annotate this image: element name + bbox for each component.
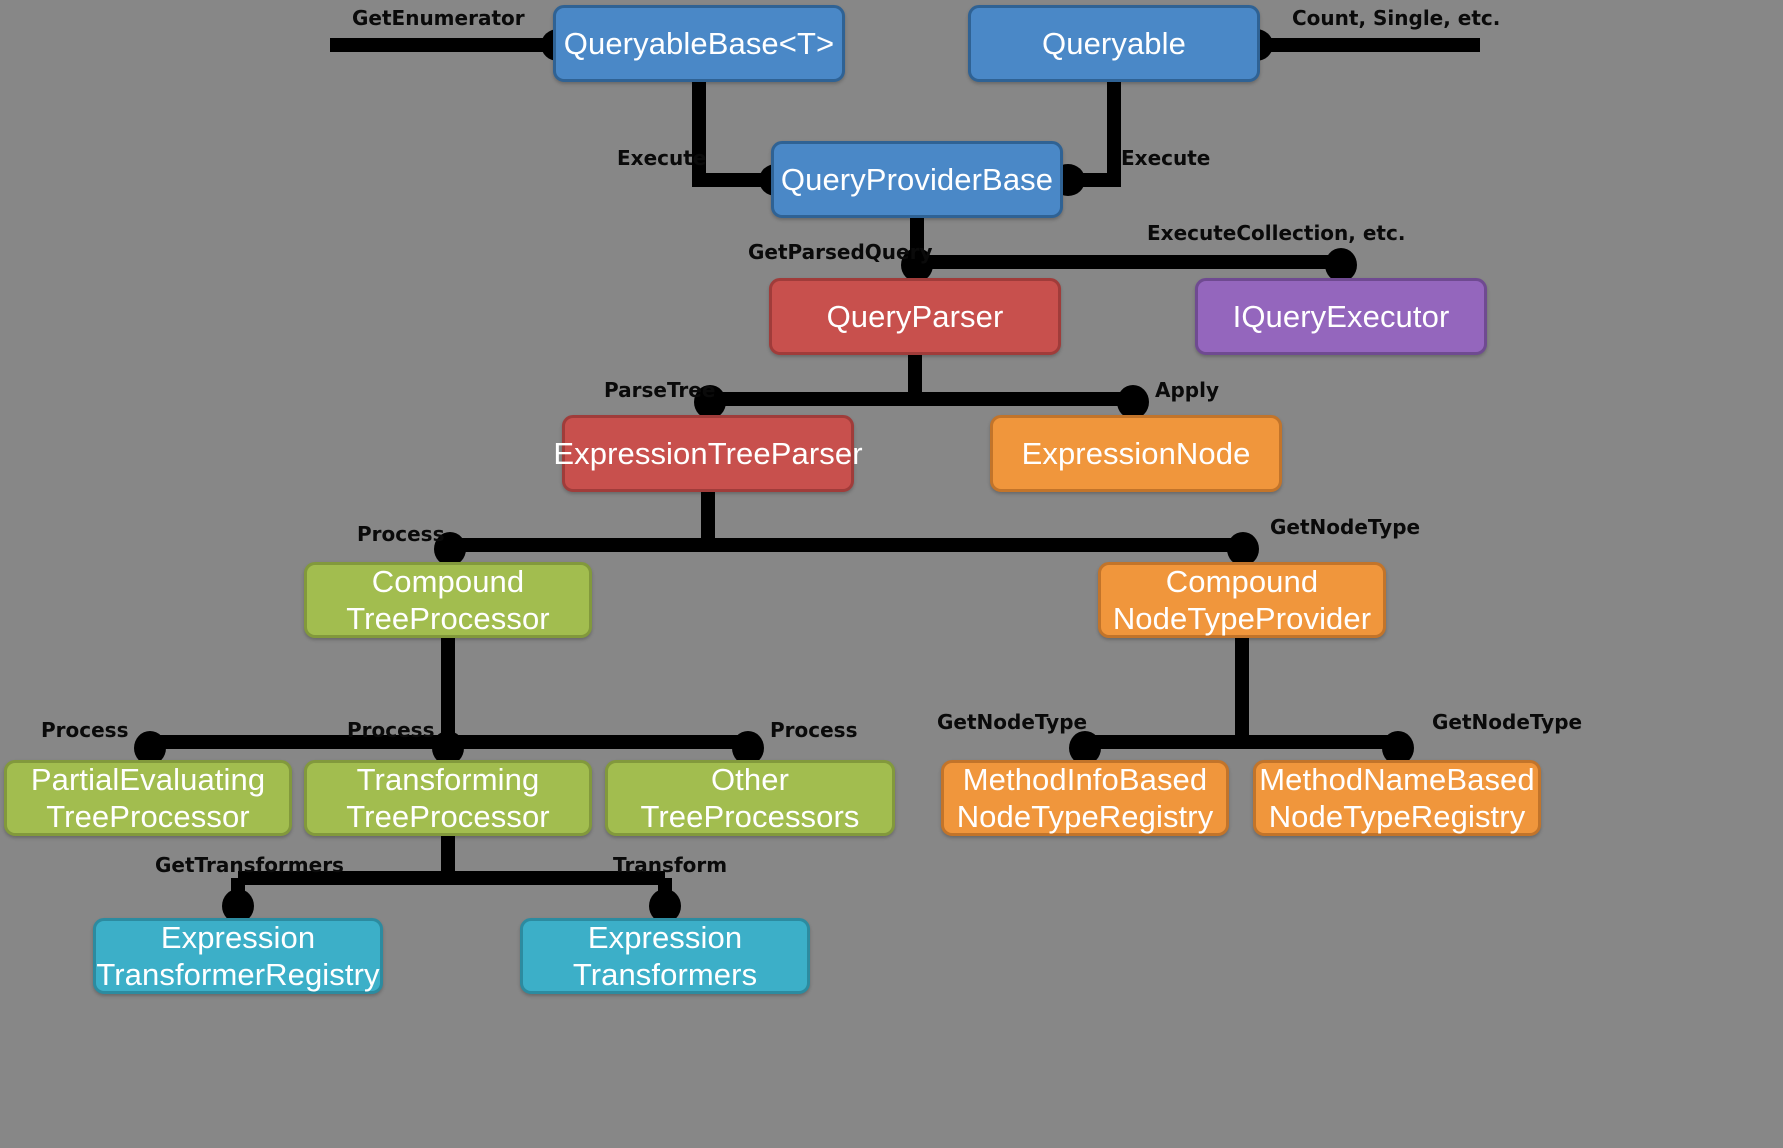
edge-label-process_right: Process: [770, 718, 858, 742]
node-other_tree_processors[interactable]: Other TreeProcessors: [605, 760, 895, 836]
edge-label-get_enumerator: GetEnumerator: [352, 6, 525, 30]
edge-label-process_middle: Process: [347, 718, 435, 742]
node-expression_transformer_registry[interactable]: Expression TransformerRegistry: [93, 918, 383, 994]
edge-label-get_node_type_left: GetNodeType: [937, 710, 1088, 734]
dot-compound-node-type-provider: [1227, 532, 1259, 566]
edge-label-parse_tree: ParseTree: [604, 378, 716, 402]
dot-expression-node: [1117, 385, 1149, 419]
node-queryable[interactable]: Queryable: [968, 5, 1260, 82]
node-expression_node[interactable]: ExpressionNode: [990, 415, 1282, 492]
node-method_info_based_node_type_registry[interactable]: MethodInfoBased NodeTypeRegistry: [941, 760, 1229, 836]
edge-label-get_parsed_query: GetParsedQuery: [748, 240, 933, 264]
node-expression_transformers[interactable]: Expression Transformers: [520, 918, 810, 994]
edge-label-apply: Apply: [1155, 378, 1220, 402]
edge-label-get_transformers: GetTransformers: [155, 853, 344, 877]
dot-iquery-executor: [1325, 248, 1357, 282]
node-partial_evaluating_tree_processor[interactable]: PartialEvaluating TreeProcessor: [4, 760, 292, 836]
edge-label-execute_left: Execute: [617, 146, 707, 170]
node-expression_tree_parser[interactable]: ExpressionTreeParser: [553, 415, 863, 492]
node-query_provider_base[interactable]: QueryProviderBase: [771, 141, 1063, 218]
edge-label-count_single_etc: Count, Single, etc.: [1292, 6, 1501, 30]
node-transforming_tree_processor[interactable]: Transforming TreeProcessor: [304, 760, 592, 836]
edge-label-get_node_type_root: GetNodeType: [1270, 515, 1421, 539]
architecture-diagram: QueryableBase<T> Queryable QueryProviderBa…: [0, 0, 1783, 1148]
node-queryable_base[interactable]: QueryableBase<T>: [553, 5, 845, 82]
edge-label-execute_right: Execute: [1121, 146, 1211, 170]
node-iquery_executor[interactable]: IQueryExecutor: [1195, 278, 1487, 355]
edge-queryable-to-provider: [1063, 82, 1121, 187]
edge-label-get_node_type_right: GetNodeType: [1432, 710, 1583, 734]
edge-label-execute_collection_etc: ExecuteCollection, etc.: [1147, 221, 1406, 245]
edge-queryablebase-to-provider: [692, 82, 771, 187]
node-query_parser[interactable]: QueryParser: [769, 278, 1061, 355]
node-compound_tree_processor[interactable]: Compound TreeProcessor: [304, 562, 592, 638]
edge-label-process_root: Process: [357, 522, 445, 546]
node-compound_node_type_provider[interactable]: Compound NodeTypeProvider: [1098, 562, 1386, 638]
edge-label-transform: Transform: [613, 853, 728, 877]
node-method_name_based_node_type_registry[interactable]: MethodNameBased NodeTypeRegistry: [1253, 760, 1541, 836]
edge-label-process_left: Process: [41, 718, 129, 742]
